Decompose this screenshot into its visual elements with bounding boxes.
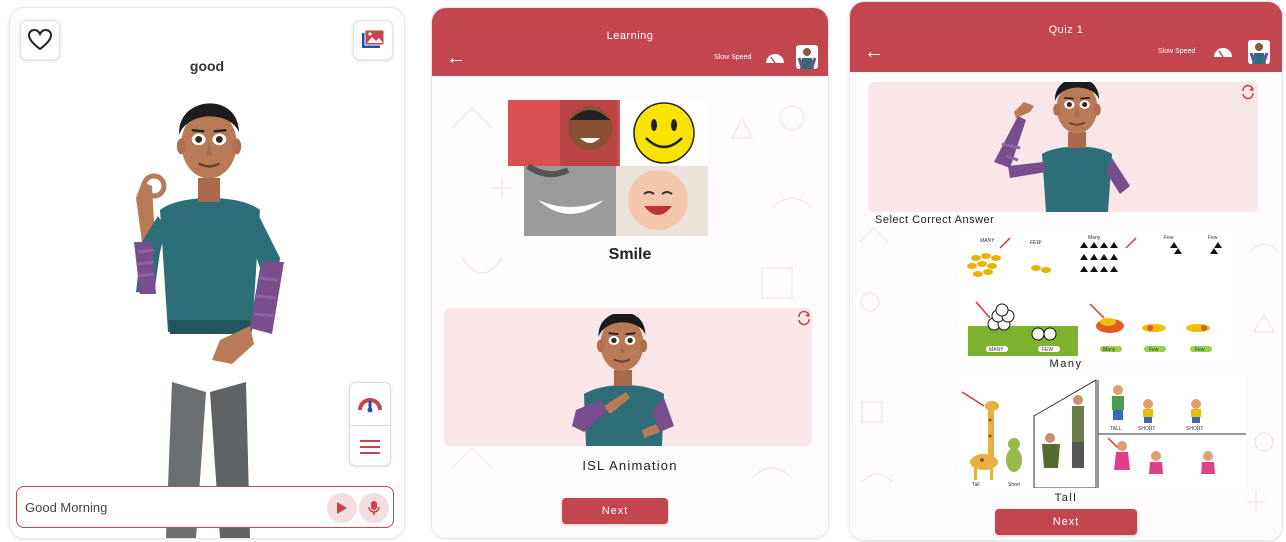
back-arrow-icon[interactable]: ← bbox=[864, 42, 884, 62]
illustration-text: SHORT bbox=[1138, 426, 1155, 432]
speed-gauge-icon[interactable] bbox=[1212, 44, 1234, 58]
illustration-text: MANY bbox=[989, 347, 1004, 353]
sign-word: good bbox=[189, 58, 225, 74]
speed-label: Slow Speed bbox=[714, 54, 752, 61]
sign-avatar bbox=[994, 82, 1130, 212]
illustration-text: Many bbox=[1088, 235, 1101, 241]
gallery-button[interactable] bbox=[353, 20, 393, 60]
menu-button[interactable] bbox=[350, 425, 390, 467]
text-input-bar bbox=[16, 486, 394, 528]
speed-button[interactable] bbox=[350, 383, 390, 425]
learned-word: Smile bbox=[608, 246, 652, 263]
answer-option-tall[interactable]: Tall Short TALL SHORT SHORT bbox=[958, 376, 1246, 489]
speed-gauge-icon bbox=[358, 398, 382, 413]
smile-collage-image bbox=[508, 100, 708, 236]
mic-button[interactable] bbox=[359, 493, 389, 523]
tall-short-illustration: Tall Short TALL SHORT SHORT bbox=[958, 376, 1246, 489]
speed-label: Slow Speed bbox=[1158, 48, 1196, 55]
avatar-icon bbox=[797, 48, 817, 69]
many-few-illustration: MANY FEW Many Few Few MANY FEW Many Few … bbox=[958, 230, 1238, 362]
app-header: Quiz 1 ← Slow Speed bbox=[850, 2, 1282, 72]
mic-icon bbox=[368, 501, 380, 515]
illustration-text: Few bbox=[1195, 347, 1205, 353]
replay-icon[interactable] bbox=[1240, 84, 1256, 100]
replay-icon[interactable] bbox=[796, 310, 812, 326]
illustration-text: Short bbox=[1008, 482, 1021, 488]
learning-screen: Learning ← Slow Speed Smile ISL Animatio… bbox=[432, 8, 828, 538]
question-label: Select Correct Answer bbox=[875, 214, 995, 226]
illustration-text: SHORT bbox=[1186, 426, 1203, 432]
animation-box bbox=[868, 82, 1258, 212]
sign-avatar bbox=[572, 314, 674, 446]
sign-avatar bbox=[134, 102, 284, 538]
avatar-switch-button[interactable] bbox=[796, 45, 818, 69]
play-icon bbox=[337, 502, 347, 514]
animation-box bbox=[444, 308, 812, 446]
speed-gauge-icon[interactable] bbox=[764, 50, 786, 64]
next-button[interactable]: Next bbox=[562, 498, 668, 524]
option-label-many: Many bbox=[1049, 358, 1083, 370]
animation-label: ISL Animation bbox=[582, 458, 678, 473]
phrase-input[interactable] bbox=[25, 499, 315, 515]
illustration-text: MANY bbox=[980, 238, 995, 244]
page-title: Learning bbox=[606, 30, 654, 42]
illustration-text: Few bbox=[1149, 347, 1159, 353]
menu-icon bbox=[360, 439, 380, 454]
heart-icon bbox=[28, 29, 52, 51]
favorite-button[interactable] bbox=[20, 20, 60, 60]
option-label-tall: Tall bbox=[1054, 492, 1078, 504]
gallery-icon bbox=[362, 29, 385, 48]
illustration-text: Tall bbox=[972, 482, 980, 488]
translator-screen: good bbox=[10, 8, 404, 538]
back-arrow-icon[interactable]: ← bbox=[446, 48, 466, 68]
illustration-text: Few bbox=[1164, 235, 1174, 241]
illustration-text: FEW bbox=[1042, 347, 1053, 353]
next-button[interactable]: Next bbox=[995, 509, 1137, 535]
app-header: Learning ← Slow Speed bbox=[432, 8, 828, 76]
illustration-text: FEW bbox=[1030, 240, 1042, 246]
illustration-text: TALL bbox=[1110, 426, 1122, 432]
answer-option-many[interactable]: MANY FEW Many Few Few MANY FEW Many Few … bbox=[958, 230, 1238, 362]
avatar-switch-button[interactable] bbox=[1248, 40, 1270, 64]
page-title: Quiz 1 bbox=[1048, 24, 1084, 36]
illustration-text: Few bbox=[1208, 235, 1218, 241]
avatar-icon bbox=[1249, 43, 1269, 64]
side-controls bbox=[349, 382, 391, 466]
quiz-screen: Quiz 1 ← Slow Speed Select Correct Answe… bbox=[850, 2, 1282, 540]
illustration-text: Many bbox=[1103, 347, 1116, 353]
play-button[interactable] bbox=[327, 493, 357, 523]
